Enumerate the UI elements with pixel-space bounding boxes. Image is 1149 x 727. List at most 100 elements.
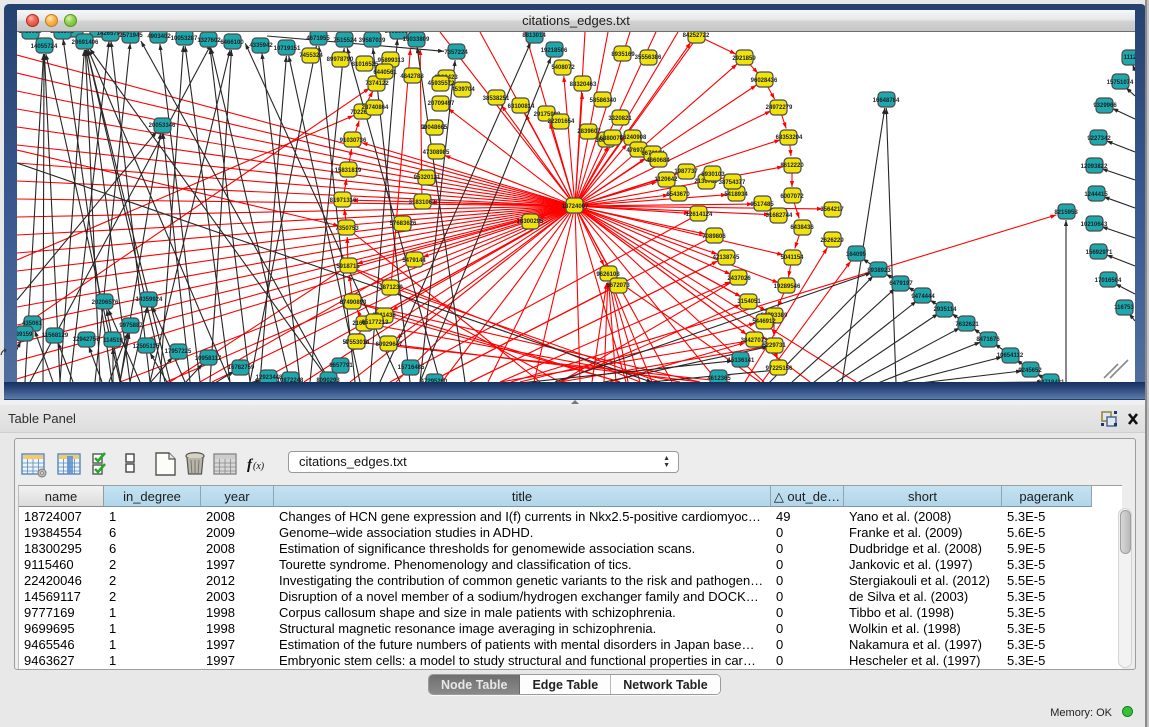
svg-text:9245652: 9245652 <box>1018 368 1042 374</box>
svg-text:7350753: 7350753 <box>335 226 359 232</box>
svg-text:5408072: 5408072 <box>551 65 575 71</box>
svg-text:18300295: 18300295 <box>517 219 544 225</box>
svg-text:17957225: 17957225 <box>165 349 192 355</box>
svg-text:63100814: 63100814 <box>508 104 535 110</box>
svg-text:16648784: 16648784 <box>873 98 900 104</box>
svg-text:31831063: 31831063 <box>409 200 436 206</box>
svg-text:3320821: 3320821 <box>608 116 632 122</box>
svg-text:68353204: 68353204 <box>776 135 803 141</box>
svg-text:8471676: 8471676 <box>976 337 1000 343</box>
svg-text:58586340: 58586340 <box>590 98 617 104</box>
svg-text:1327602: 1327602 <box>197 38 221 44</box>
svg-text:16033809: 16033809 <box>403 37 430 43</box>
svg-text:19289546: 19289546 <box>774 284 801 290</box>
svg-text:8813014: 8813014 <box>522 33 546 39</box>
svg-text:38754377: 38754377 <box>719 180 746 186</box>
svg-text:6438436: 6438436 <box>790 225 814 231</box>
svg-text:5918715: 5918715 <box>336 264 360 270</box>
svg-text:20206576: 20206576 <box>92 300 119 306</box>
svg-text:4860684: 4860684 <box>646 158 670 164</box>
svg-text:8215958: 8215958 <box>1054 210 1078 216</box>
svg-text:6229731: 6229731 <box>762 343 786 349</box>
svg-text:12942757: 12942757 <box>73 337 100 343</box>
svg-text:3871230: 3871230 <box>379 285 403 291</box>
svg-text:24972279: 24972279 <box>766 105 793 111</box>
svg-text:5418934: 5418934 <box>724 192 748 198</box>
svg-text:9329966: 9329966 <box>1093 103 1117 109</box>
svg-text:10654112: 10654112 <box>997 353 1024 359</box>
svg-text:5041154: 5041154 <box>780 255 804 261</box>
svg-text:7632621: 7632621 <box>955 322 979 328</box>
svg-text:4842788: 4842788 <box>400 74 424 80</box>
svg-text:8935169: 8935169 <box>611 52 635 58</box>
svg-text:15831819: 15831819 <box>335 168 362 174</box>
svg-text:10053287: 10053287 <box>171 36 198 42</box>
svg-text:10719151: 10719151 <box>274 46 301 52</box>
svg-text:22201654: 22201654 <box>548 119 575 125</box>
svg-text:60929647: 60929647 <box>376 342 403 348</box>
svg-text:57553014: 57553014 <box>343 340 370 346</box>
svg-text:17016504: 17016504 <box>1095 278 1122 284</box>
svg-text:19218506: 19218506 <box>541 48 568 54</box>
svg-text:2626229: 2626229 <box>820 238 844 244</box>
svg-text:8612220: 8612220 <box>780 163 804 169</box>
svg-text:20691406: 20691406 <box>72 40 99 46</box>
svg-text:4903402: 4903402 <box>147 34 171 40</box>
svg-text:12505135: 12505135 <box>133 344 160 350</box>
svg-text:57683626: 57683626 <box>390 221 417 227</box>
svg-text:16782759: 16782759 <box>228 365 255 371</box>
svg-text:1120642: 1120642 <box>654 177 678 183</box>
svg-text:20053346: 20053346 <box>149 123 176 129</box>
svg-text:47308985: 47308985 <box>423 150 450 156</box>
svg-text:7089806: 7089806 <box>702 234 726 240</box>
svg-text:12614124: 12614124 <box>686 212 713 218</box>
svg-text:116753: 116753 <box>1114 305 1134 311</box>
svg-text:96028436: 96028436 <box>751 78 778 84</box>
svg-text:20709497: 20709497 <box>428 101 455 107</box>
svg-text:84252722: 84252722 <box>683 33 710 39</box>
svg-text:2935114: 2935114 <box>933 307 957 313</box>
svg-text:9517485: 9517485 <box>750 202 774 208</box>
svg-text:47295260: 47295260 <box>421 379 448 382</box>
svg-text:9975887: 9975887 <box>119 323 143 329</box>
svg-text:8930103: 8930103 <box>701 172 725 178</box>
svg-text:65177213: 65177213 <box>362 320 389 326</box>
svg-text:97225156: 97225156 <box>766 366 793 372</box>
svg-text:7455324: 7455324 <box>299 53 323 59</box>
svg-text:9227342: 9227342 <box>1087 136 1111 142</box>
svg-text:81016525: 81016525 <box>352 62 379 68</box>
svg-text:38538251: 38538251 <box>483 96 510 102</box>
svg-text:28740864: 28740864 <box>362 105 389 111</box>
svg-text:7515524: 7515524 <box>333 38 357 44</box>
svg-text:23718431: 23718431 <box>1038 380 1065 382</box>
svg-text:95899313: 95899313 <box>378 58 405 64</box>
svg-text:1112: 1112 <box>1124 55 1135 61</box>
svg-text:8938923: 8938923 <box>867 268 891 274</box>
svg-text:39587039: 39587039 <box>359 38 386 44</box>
svg-text:10210643: 10210643 <box>1081 222 1108 228</box>
svg-text:35556386: 35556386 <box>635 55 662 61</box>
svg-text:5672073: 5672073 <box>606 283 630 289</box>
svg-text:42138745: 42138745 <box>713 255 740 261</box>
svg-text:31682744: 31682744 <box>766 213 793 219</box>
svg-text:87490893: 87490893 <box>340 300 367 306</box>
svg-text:1419610: 1419610 <box>18 32 42 35</box>
svg-text:6543670: 6543670 <box>666 192 690 198</box>
svg-text:95320121: 95320121 <box>414 175 441 181</box>
svg-text:11568129: 11568129 <box>42 333 69 339</box>
svg-text:1987737: 1987737 <box>674 169 698 175</box>
svg-text:81971316: 81971316 <box>330 198 357 204</box>
svg-text:88320463: 88320463 <box>570 82 597 88</box>
svg-text:12093822: 12093822 <box>1081 164 1108 170</box>
svg-text:26240908: 26240908 <box>620 135 647 141</box>
svg-text:9626108: 9626108 <box>596 272 620 278</box>
svg-text:4539704: 4539704 <box>451 87 475 93</box>
svg-text:2437026: 2437026 <box>727 276 751 282</box>
svg-text:91030736: 91030736 <box>340 138 367 144</box>
svg-text:14359924: 14359924 <box>136 297 163 303</box>
svg-text:15751074: 15751074 <box>1107 80 1134 86</box>
svg-text:90048665: 90048665 <box>421 125 448 131</box>
svg-text:6479197: 6479197 <box>889 281 913 287</box>
svg-text:7357224: 7357224 <box>444 50 468 56</box>
svg-text:2571945: 2571945 <box>119 33 143 39</box>
